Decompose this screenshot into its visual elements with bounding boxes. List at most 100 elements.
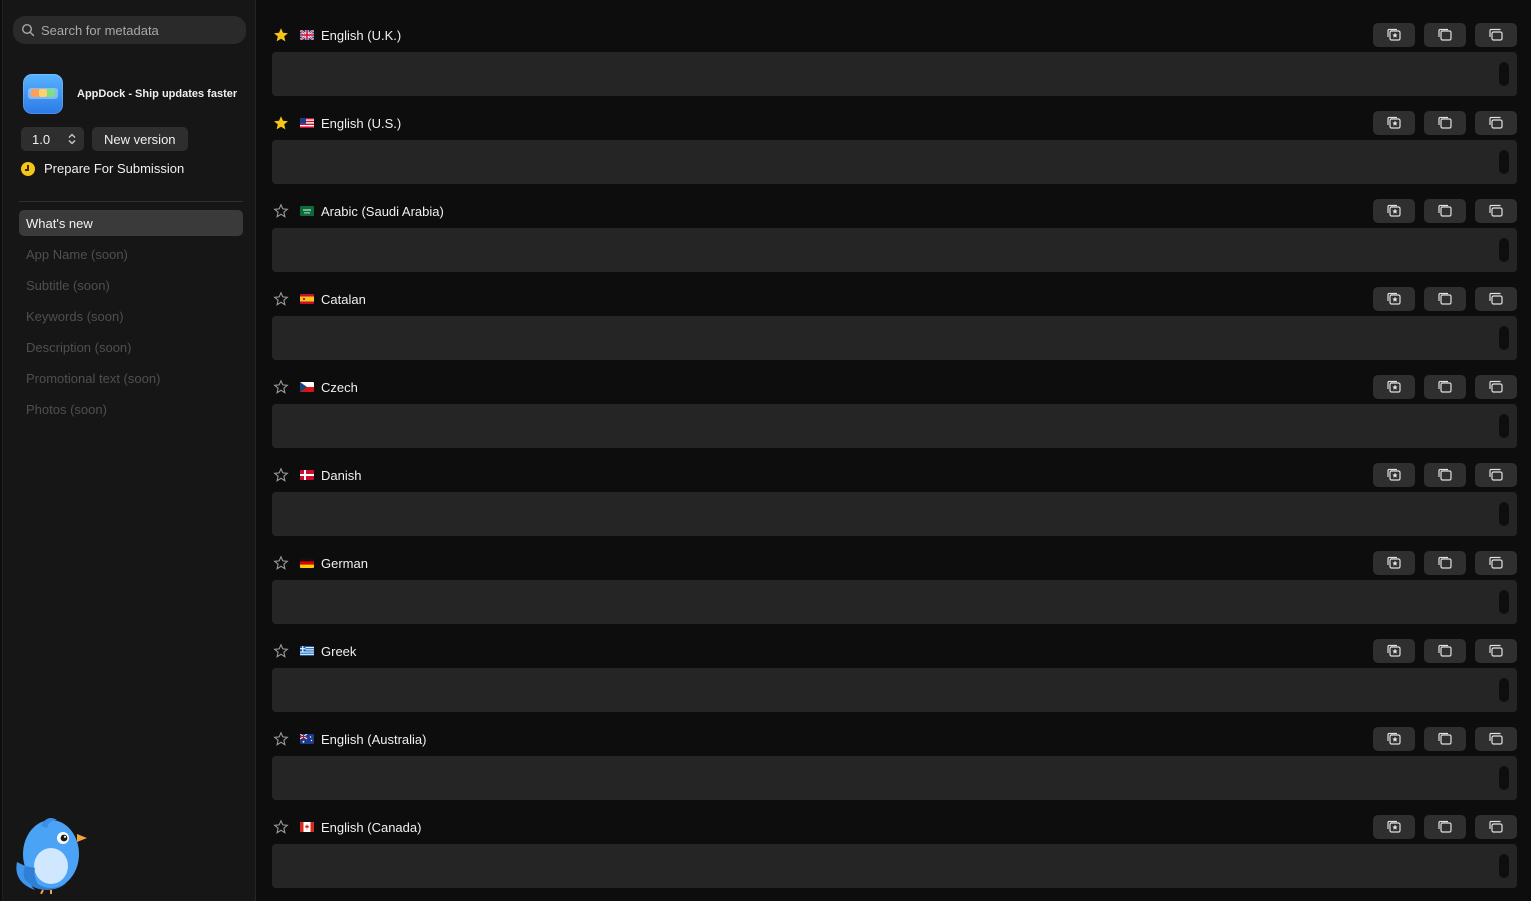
copy-all-button[interactable] xyxy=(1475,727,1517,751)
language-row: Greek xyxy=(272,616,1517,712)
version-select[interactable]: 1.0 xyxy=(21,127,84,151)
copy-from-favorite-button[interactable] xyxy=(1373,463,1415,487)
language-name: Catalan xyxy=(321,291,366,307)
copy-button[interactable] xyxy=(1424,727,1466,751)
copy-all-button[interactable] xyxy=(1475,23,1517,47)
scrollbar[interactable] xyxy=(1499,766,1509,790)
copy-all-icon xyxy=(1489,644,1503,657)
copy-icon xyxy=(1438,204,1452,217)
star-outline-icon[interactable] xyxy=(273,643,289,659)
copy-button[interactable] xyxy=(1424,815,1466,839)
copy-all-icon xyxy=(1489,732,1503,745)
copy-all-button[interactable] xyxy=(1475,639,1517,663)
star-outline-icon[interactable] xyxy=(273,819,289,835)
copy-button[interactable] xyxy=(1424,551,1466,575)
bird-mascot-icon xyxy=(16,818,87,894)
copy-from-favorite-button[interactable] xyxy=(1373,111,1415,135)
language-name: Arabic (Saudi Arabia) xyxy=(321,203,444,219)
sidebar-item-whats-new[interactable]: What's new xyxy=(19,210,243,236)
search-icon xyxy=(21,23,35,37)
copy-button[interactable] xyxy=(1424,287,1466,311)
star-outline-icon[interactable] xyxy=(273,379,289,395)
copy-from-favorite-button[interactable] xyxy=(1373,815,1415,839)
copy-from-favorite-icon xyxy=(1387,644,1401,657)
australia-flag-icon xyxy=(300,734,314,744)
copy-icon xyxy=(1438,292,1452,305)
language-name: German xyxy=(321,555,368,571)
app-dock-icon xyxy=(23,74,63,114)
scrollbar[interactable] xyxy=(1499,590,1509,614)
sidebar-item-description: Description (soon) xyxy=(26,339,132,355)
scrollbar[interactable] xyxy=(1499,678,1509,702)
saudi-arabia-flag-icon xyxy=(300,206,314,216)
copy-button[interactable] xyxy=(1424,639,1466,663)
language-name: English (U.S.) xyxy=(321,115,402,131)
language-row: Danish xyxy=(272,440,1517,536)
copy-all-button[interactable] xyxy=(1475,815,1517,839)
copy-from-favorite-button[interactable] xyxy=(1373,199,1415,223)
copy-icon xyxy=(1438,644,1452,657)
sidebar-nav: What's new App Name (soon) Subtitle (soo… xyxy=(19,210,243,427)
copy-button[interactable] xyxy=(1424,111,1466,135)
catalan-flag-icon xyxy=(300,294,314,304)
copy-from-favorite-icon xyxy=(1387,380,1401,393)
copy-all-button[interactable] xyxy=(1475,463,1517,487)
star-outline-icon[interactable] xyxy=(273,291,289,307)
copy-button[interactable] xyxy=(1424,375,1466,399)
sidebar-item-promotional-text: Promotional text (soon) xyxy=(26,370,161,386)
star-filled-icon[interactable] xyxy=(273,115,289,131)
copy-all-icon xyxy=(1489,28,1503,41)
star-outline-icon[interactable] xyxy=(273,555,289,571)
copy-all-icon xyxy=(1489,468,1503,481)
language-row: German xyxy=(272,528,1517,624)
language-row: Arabic (Saudi Arabia) xyxy=(272,176,1517,272)
language-row: English (U.K.) xyxy=(272,0,1517,96)
copy-all-button[interactable] xyxy=(1475,551,1517,575)
version-row: 1.0 New version xyxy=(21,127,188,151)
copy-from-favorite-button[interactable] xyxy=(1373,551,1415,575)
copy-from-favorite-button[interactable] xyxy=(1373,23,1415,47)
star-outline-icon[interactable] xyxy=(273,203,289,219)
copy-from-favorite-button[interactable] xyxy=(1373,375,1415,399)
star-outline-icon[interactable] xyxy=(273,731,289,747)
language-name: English (Canada) xyxy=(321,819,422,835)
scrollbar[interactable] xyxy=(1499,854,1509,878)
new-version-button[interactable]: New version xyxy=(92,127,188,151)
german-flag-icon xyxy=(300,558,314,568)
status-label: Prepare For Submission xyxy=(44,161,185,176)
copy-from-favorite-button[interactable] xyxy=(1373,639,1415,663)
copy-all-button[interactable] xyxy=(1475,287,1517,311)
copy-button[interactable] xyxy=(1424,199,1466,223)
sidebar: Search for metadata AppDock - Ship updat… xyxy=(2,0,256,901)
version-value: 1.0 xyxy=(32,131,51,147)
danish-flag-icon xyxy=(300,470,314,480)
copy-from-favorite-button[interactable] xyxy=(1373,727,1415,751)
search-input[interactable]: Search for metadata xyxy=(13,16,246,44)
language-name: English (Australia) xyxy=(321,731,427,747)
scrollbar[interactable] xyxy=(1499,502,1509,526)
copy-from-favorite-icon xyxy=(1387,204,1401,217)
copy-from-favorite-icon xyxy=(1387,292,1401,305)
copy-all-button[interactable] xyxy=(1475,375,1517,399)
copy-button[interactable] xyxy=(1424,23,1466,47)
scrollbar[interactable] xyxy=(1499,238,1509,262)
app-header: AppDock - Ship updates faster xyxy=(23,74,237,114)
star-outline-icon[interactable] xyxy=(273,467,289,483)
copy-icon xyxy=(1438,820,1452,833)
scrollbar[interactable] xyxy=(1499,62,1509,86)
sidebar-item-keywords: Keywords (soon) xyxy=(26,308,124,324)
status-row: Prepare For Submission xyxy=(21,161,184,176)
language-row: Czech xyxy=(272,352,1517,448)
copy-all-button[interactable] xyxy=(1475,111,1517,135)
star-filled-icon[interactable] xyxy=(273,27,289,43)
copy-all-icon xyxy=(1489,292,1503,305)
scrollbar[interactable] xyxy=(1499,326,1509,350)
copy-button[interactable] xyxy=(1424,463,1466,487)
scrollbar[interactable] xyxy=(1499,150,1509,174)
copy-from-favorite-button[interactable] xyxy=(1373,287,1415,311)
scrollbar[interactable] xyxy=(1499,414,1509,438)
stepper-icon xyxy=(68,133,76,145)
copy-from-favorite-icon xyxy=(1387,468,1401,481)
whats-new-text-field[interactable] xyxy=(272,844,1517,888)
copy-all-button[interactable] xyxy=(1475,199,1517,223)
